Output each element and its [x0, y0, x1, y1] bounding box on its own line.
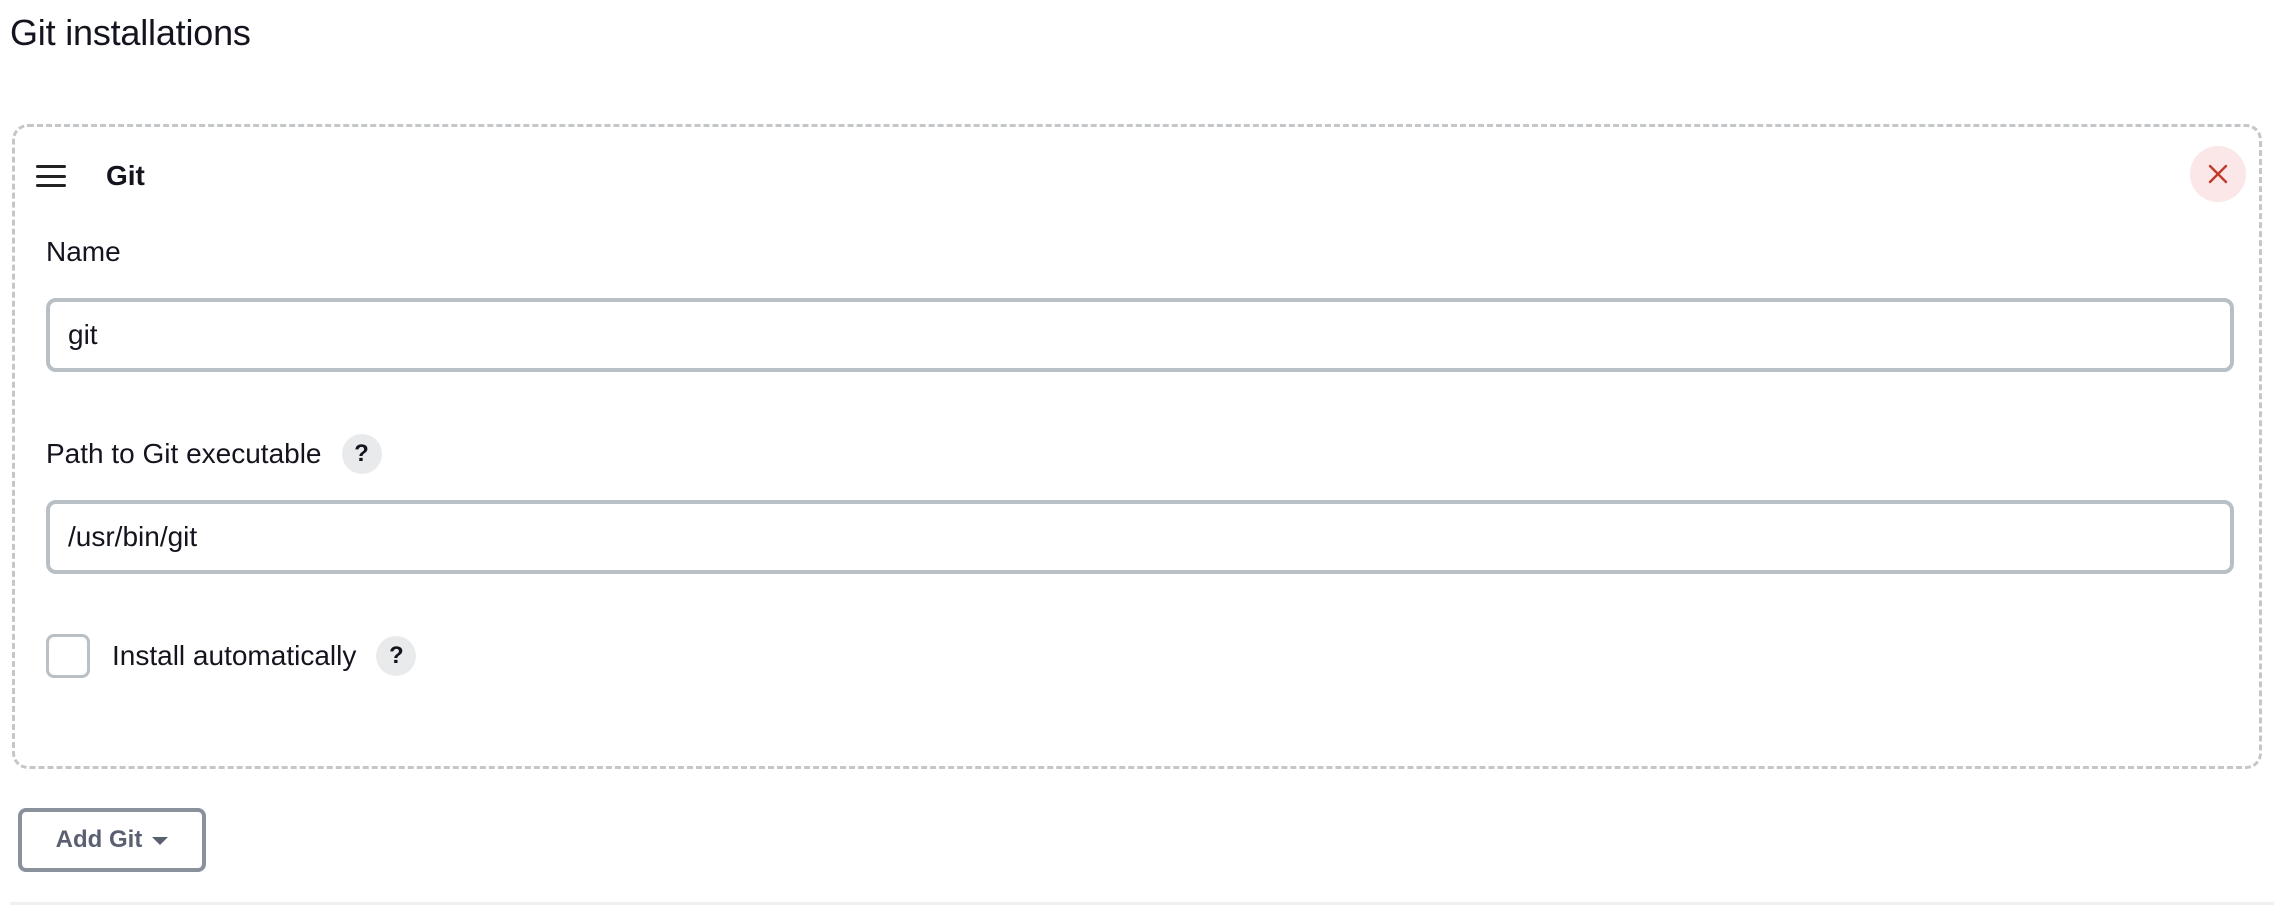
add-git-label: Add Git	[55, 826, 143, 853]
close-icon	[2208, 164, 2228, 184]
caret-down-icon	[152, 837, 169, 845]
install-help-button[interactable]: ?	[376, 636, 417, 676]
name-input[interactable]	[46, 298, 2234, 372]
git-installations-page: Git installations Git Name Path to Git e…	[0, 0, 2280, 922]
path-label-row: Path to Git executable ?	[46, 434, 382, 474]
install-automatically-label[interactable]: Install automatically	[112, 640, 356, 672]
path-label: Path to Git executable	[46, 438, 322, 469]
card-header: Git	[36, 146, 145, 206]
section-title: Git installations	[10, 12, 251, 53]
path-input[interactable]	[46, 500, 2234, 574]
drag-handle-icon[interactable]	[36, 165, 66, 187]
card-title: Git	[106, 160, 145, 191]
section-divider	[10, 902, 2274, 905]
install-automatically-checkbox[interactable]	[46, 634, 90, 678]
add-git-button[interactable]: Add Git	[18, 808, 206, 872]
name-label: Name	[46, 236, 121, 267]
install-automatically-row: Install automatically ?	[46, 634, 417, 678]
path-help-button[interactable]: ?	[341, 434, 382, 474]
delete-installation-button[interactable]	[2190, 146, 2246, 202]
